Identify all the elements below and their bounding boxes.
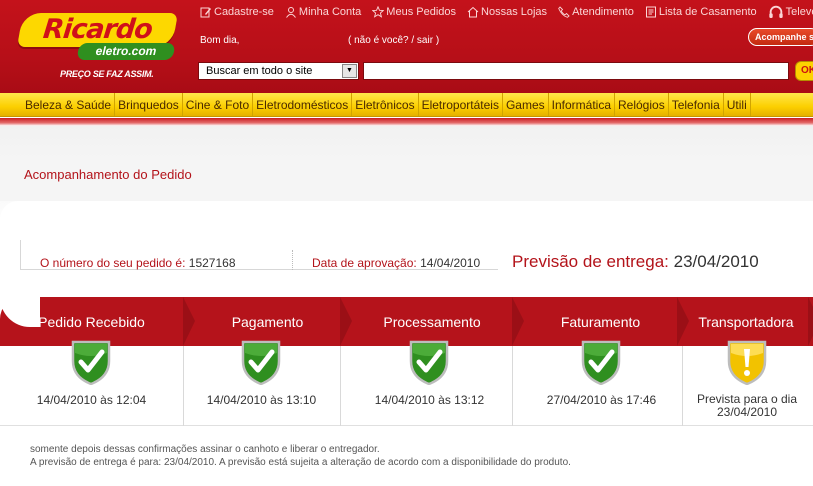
site-logo[interactable]: Ricardo eletro.com xyxy=(17,13,178,65)
step-arrow-icon xyxy=(340,297,352,346)
order-number-label: O número do seu pedido é: xyxy=(40,256,186,270)
slogan: PREÇO SE FAZ ASSIM. xyxy=(60,69,154,79)
header-shadow xyxy=(0,118,813,126)
approval-date-value: 14/04/2010 xyxy=(420,256,481,270)
site-header: Ricardo eletro.com PREÇO SE FAZ ASSIM. C… xyxy=(0,0,813,93)
top-navigation: Cadastre-se Minha Conta Meus Pedidos Nos… xyxy=(200,4,813,20)
divider xyxy=(292,250,293,270)
warning-shield-icon xyxy=(727,340,767,385)
category-eletrodomesticos[interactable]: Eletrodomésticos xyxy=(253,93,353,116)
search-input[interactable] xyxy=(363,62,789,80)
greeting: Bom dia, xyxy=(200,35,240,46)
check-shield-icon xyxy=(581,340,621,385)
step-separator xyxy=(183,346,184,426)
topnav-atendimento[interactable]: Atendimento xyxy=(558,4,634,20)
topnav-label: Minha Conta xyxy=(298,6,362,18)
logo-ricardo: Ricardo xyxy=(17,13,178,47)
step-date-processamento: 14/04/2010 às 13:12 xyxy=(374,393,485,407)
topnav-label: Atendimento xyxy=(572,6,634,18)
logo-eletro: eletro.com xyxy=(76,43,176,60)
list-icon xyxy=(645,6,656,18)
edit-icon xyxy=(200,7,211,18)
delivery-forecast-label: Previsão de entrega: xyxy=(512,252,669,271)
step-arrow-icon xyxy=(512,297,524,346)
step-date-faturamento: 27/04/2010 às 17:46 xyxy=(546,393,657,407)
category-relogios[interactable]: Relógios xyxy=(615,93,669,116)
step-separator xyxy=(340,346,341,426)
step-arrow-icon xyxy=(183,297,195,346)
star-icon xyxy=(372,6,385,18)
category-cine-foto[interactable]: Cine & Foto xyxy=(183,93,254,116)
dropdown-arrow-icon[interactable]: ▼ xyxy=(342,64,357,78)
category-eletroportateis[interactable]: Eletroportáteis xyxy=(419,93,503,116)
topnav-meus-pedidos[interactable]: Meus Pedidos xyxy=(372,4,456,20)
logout-link[interactable]: ( não é você? / sair ) xyxy=(348,35,439,46)
page: Ricardo eletro.com PREÇO SE FAZ ASSIM. C… xyxy=(0,0,813,486)
category-bar-edge xyxy=(0,93,22,117)
topnav-label: Cadastre-se xyxy=(214,6,274,18)
phone-icon xyxy=(558,6,570,18)
note-line-2: A previsão de entrega é para: 23/04/2010… xyxy=(30,457,571,468)
topnav-lista-casamento[interactable]: Lista de Casamento xyxy=(645,4,757,20)
category-brinquedos[interactable]: Brinquedos xyxy=(115,93,183,116)
page-title: Acompanhamento do Pedido xyxy=(24,167,192,182)
topnav-nossas-lojas[interactable]: Nossas Lojas xyxy=(467,4,547,20)
step-arrow-icon xyxy=(808,297,813,346)
topnav-label: Televen xyxy=(785,6,813,18)
approval-date: Data de aprovação: 14/04/2010 xyxy=(312,256,480,270)
logo-sub-text: eletro.com xyxy=(95,44,157,58)
search-button[interactable]: OK xyxy=(795,61,813,81)
content-panel xyxy=(0,201,813,239)
check-shield-icon xyxy=(71,340,111,385)
category-games[interactable]: Games xyxy=(503,93,549,116)
user-icon xyxy=(286,7,296,18)
topnav-cadastre[interactable]: Cadastre-se xyxy=(200,4,274,20)
order-number: O número do seu pedido é: 1527168 xyxy=(40,256,236,270)
topnav-televendas[interactable]: Televen xyxy=(768,4,813,20)
category-bar: Beleza & Saúde Brinquedos Cine & Foto El… xyxy=(0,93,813,117)
check-shield-icon xyxy=(409,340,449,385)
note-line-1: somente depois dessas confirmações assin… xyxy=(30,444,380,455)
topnav-label: Meus Pedidos xyxy=(386,6,457,18)
search-scope-value: Buscar em todo o site xyxy=(206,65,313,77)
step-separator xyxy=(682,346,683,426)
category-utilidades[interactable]: Utili xyxy=(724,93,751,116)
topnav-label: Nossas Lojas xyxy=(481,6,548,18)
step-date-pedido-recebido: 14/04/2010 às 12:04 xyxy=(36,393,147,407)
home-icon xyxy=(467,6,479,18)
delivery-forecast-value: 23/04/2010 xyxy=(673,252,759,271)
step-date-pagamento: 14/04/2010 às 13:10 xyxy=(206,393,317,407)
track-order-button[interactable]: Acompanhe s xyxy=(748,28,813,46)
search-scope-select[interactable]: Buscar em todo o site ▼ xyxy=(198,62,359,80)
check-shield-icon xyxy=(241,340,281,385)
step-separator xyxy=(512,346,513,426)
category-informatica[interactable]: Informática xyxy=(549,93,615,116)
approval-date-label: Data de aprovação: xyxy=(312,256,417,270)
order-number-value: 1527168 xyxy=(188,256,236,270)
logo-main-text: Ricardo xyxy=(41,14,154,45)
step-date-transportadora: Prevista para o dia 23/04/2010 xyxy=(696,392,798,419)
category-beleza-saude[interactable]: Beleza & Saúde xyxy=(22,93,116,116)
category-eletronicos[interactable]: Eletrônicos xyxy=(352,93,419,116)
topnav-minha-conta[interactable]: Minha Conta xyxy=(285,4,361,20)
category-telefonia[interactable]: Telefonia xyxy=(669,93,724,116)
delivery-forecast: Previsão de entrega: 23/04/2010 xyxy=(512,252,759,272)
headset-icon xyxy=(769,5,783,18)
topnav-label: Lista de Casamento xyxy=(658,6,757,18)
